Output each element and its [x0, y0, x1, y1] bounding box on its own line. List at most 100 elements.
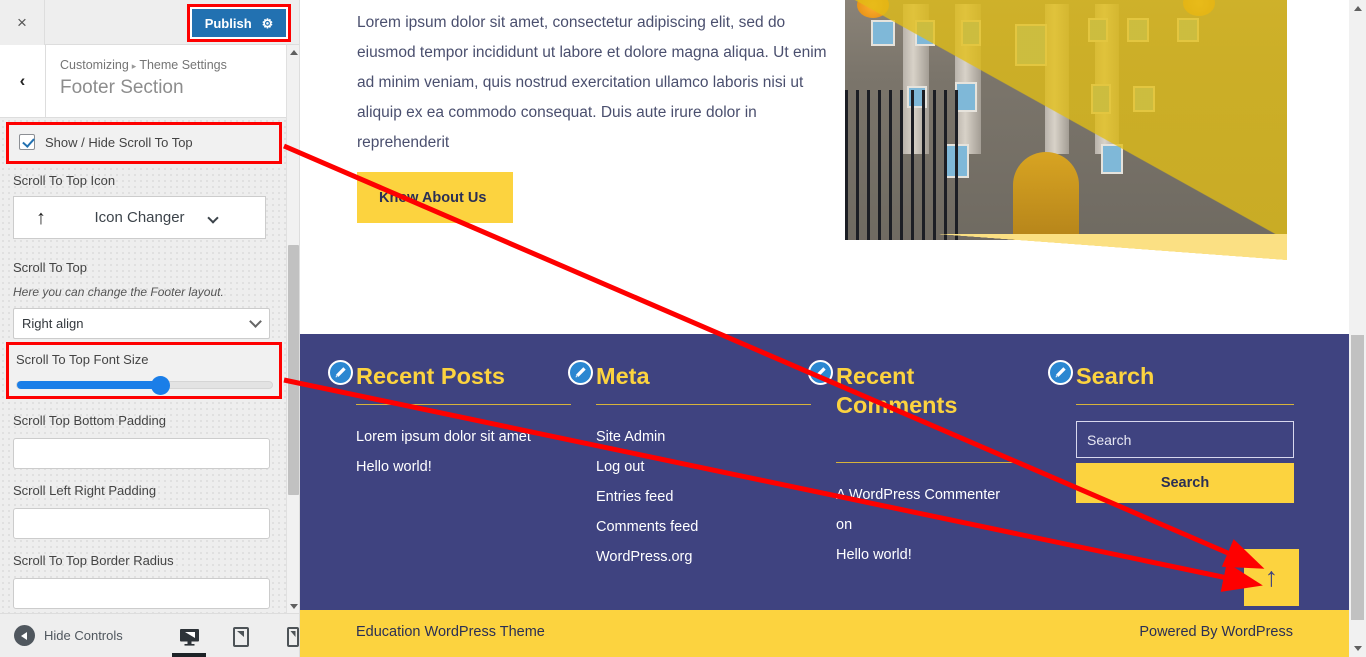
customizer-sidebar: × Publish ⚙ ‹ Customizing ▸ Theme Settings… — [0, 0, 300, 657]
list-item[interactable]: WordPress.org — [596, 542, 811, 572]
customizer-header: × Publish ⚙ — [0, 0, 299, 45]
show-hide-checkbox[interactable] — [19, 134, 35, 150]
footer-layout-value: Right align — [22, 316, 84, 331]
footer-widget-meta: Meta Site Admin Log out Entries feed Com… — [568, 360, 811, 572]
sidebar-footer: Hide Controls — [0, 613, 299, 657]
preview-page: Lorem ipsum dolor sit amet, consectetur … — [300, 0, 1349, 657]
icon-changer-dropdown[interactable]: ↑ Icon Changer — [13, 196, 266, 239]
list-item[interactable]: Hello world! — [836, 540, 1016, 570]
breadcrumb-parent[interactable]: Theme Settings — [139, 58, 227, 72]
hide-controls-button[interactable]: Hide Controls — [14, 625, 123, 646]
slider-fill — [17, 381, 161, 389]
about-paragraph: Lorem ipsum dolor sit amet, consectetur … — [357, 14, 827, 151]
footer-layout-select[interactable]: Right align — [13, 308, 270, 339]
hide-controls-label: Hide Controls — [44, 628, 123, 643]
device-preview-buttons — [172, 613, 299, 657]
close-customizer-button[interactable]: × — [0, 0, 45, 45]
desktop-icon — [179, 629, 199, 646]
slider-thumb[interactable] — [150, 376, 170, 395]
know-about-us-button[interactable]: Know About Us — [357, 172, 513, 223]
font-size-label: Scroll To Top Font Size — [16, 352, 149, 367]
list-item[interactable]: Lorem ipsum dolor sit amet — [356, 422, 571, 452]
preview-scrollbar-thumb[interactable] — [1351, 335, 1364, 620]
preview-scrollbar[interactable] — [1349, 0, 1366, 657]
font-size-slider[interactable] — [16, 376, 273, 395]
credit-left: Education WordPress Theme — [356, 624, 545, 640]
panel-header: ‹ Customizing ▸ Theme Settings Footer Sect… — [0, 45, 299, 118]
hero-image — [845, 0, 1287, 240]
divider — [1076, 404, 1294, 405]
sidebar-scrollbar[interactable] — [286, 45, 299, 613]
border-radius-input[interactable] — [13, 578, 270, 609]
list-item[interactable]: Site Admin — [596, 422, 811, 452]
divider — [356, 404, 571, 405]
triangle-down-icon — [1353, 646, 1362, 651]
sidebar-scrollbar-thumb[interactable] — [288, 245, 299, 495]
scroll-to-top-label: Scroll To Top — [13, 260, 87, 275]
widget-title: Recent Comments — [836, 363, 958, 418]
scroll-up-button[interactable] — [287, 45, 299, 59]
search-placeholder: Search — [1087, 431, 1132, 448]
font-size-highlight-box: Scroll To Top Font Size — [6, 342, 282, 399]
publish-button[interactable]: Publish ⚙ — [192, 9, 286, 37]
footer-credits-bar: Education WordPress Theme Powered By Wor… — [300, 610, 1349, 657]
widget-title: Meta — [596, 363, 650, 389]
list-item[interactable]: Hello world! — [356, 452, 571, 482]
gear-icon[interactable]: ⚙ — [262, 17, 274, 30]
list-item[interactable]: Log out — [596, 452, 811, 482]
triangle-down-icon — [289, 603, 298, 609]
widget-list: A WordPress Commenter on Hello world! — [836, 480, 1016, 570]
footer-widget-recent-comments: Recent Comments A WordPress Commenter on… — [808, 360, 1016, 570]
widget-list: Lorem ipsum dolor sit amet Hello world! — [356, 422, 571, 482]
page-title: Footer Section — [60, 77, 184, 98]
breadcrumb-root[interactable]: Customizing — [60, 58, 129, 72]
close-icon: × — [17, 13, 27, 32]
footer-widget-area: Recent Posts Lorem ipsum dolor sit amet … — [300, 334, 1349, 610]
yellow-overlay — [845, 0, 1287, 240]
footer-widget-recent-posts: Recent Posts Lorem ipsum dolor sit amet … — [328, 360, 571, 482]
show-hide-scroll-to-top-control[interactable]: Show / Hide Scroll To Top — [9, 125, 279, 150]
left-right-padding-input[interactable] — [13, 508, 270, 539]
breadcrumb: Customizing ▸ Theme Settings — [60, 58, 227, 72]
device-desktop-button[interactable] — [172, 617, 206, 657]
collapse-icon — [14, 625, 35, 646]
triangle-up-icon — [1353, 6, 1362, 11]
list-item[interactable]: Comments feed — [596, 512, 811, 542]
scroll-down-button[interactable] — [1349, 640, 1366, 657]
widget-title: Search — [1076, 363, 1155, 389]
list-item[interactable]: Entries feed — [596, 482, 811, 512]
credit-right: Powered By WordPress — [1139, 624, 1293, 640]
show-hide-label: Show / Hide Scroll To Top — [45, 134, 193, 150]
tablet-icon — [233, 627, 249, 647]
divider — [596, 404, 811, 405]
list-item[interactable]: A WordPress Commenter on — [836, 480, 1016, 540]
border-radius-label: Scroll To Top Border Radius — [13, 553, 174, 568]
search-button-label: Search — [1160, 475, 1210, 491]
search-button[interactable]: Search — [1076, 463, 1294, 503]
know-about-us-label: Know About Us — [379, 189, 487, 206]
breadcrumb-separator-icon: ▸ — [131, 61, 137, 71]
pencil-icon[interactable] — [808, 360, 833, 385]
arrow-up-icon: ↑ — [1264, 562, 1279, 592]
site-preview: Lorem ipsum dolor sit amet, consectetur … — [300, 0, 1366, 657]
scroll-up-button[interactable] — [1349, 0, 1366, 17]
back-button[interactable]: ‹ — [0, 45, 46, 117]
scroll-to-top-button[interactable]: ↑ — [1244, 549, 1299, 606]
pencil-icon[interactable] — [328, 360, 353, 385]
pencil-icon[interactable] — [568, 360, 593, 385]
left-right-padding-label: Scroll Left Right Padding — [13, 483, 157, 498]
device-mobile-button[interactable] — [282, 617, 299, 657]
publish-label: Publish — [204, 15, 252, 31]
device-tablet-button[interactable] — [230, 617, 252, 657]
widget-title: Recent Posts — [356, 363, 505, 389]
pencil-icon[interactable] — [1048, 360, 1073, 385]
chevron-left-icon: ‹ — [19, 71, 26, 90]
bottom-padding-input[interactable] — [13, 438, 270, 469]
bottom-padding-label: Scroll Top Bottom Padding — [13, 413, 166, 428]
scroll-down-button[interactable] — [287, 599, 299, 613]
widget-list: Site Admin Log out Entries feed Comments… — [596, 422, 811, 572]
chevron-down-icon — [249, 315, 262, 328]
icon-changer-label: Icon Changer — [94, 209, 185, 226]
search-input[interactable]: Search — [1076, 421, 1294, 458]
yellow-triangle-accent — [938, 234, 1287, 260]
